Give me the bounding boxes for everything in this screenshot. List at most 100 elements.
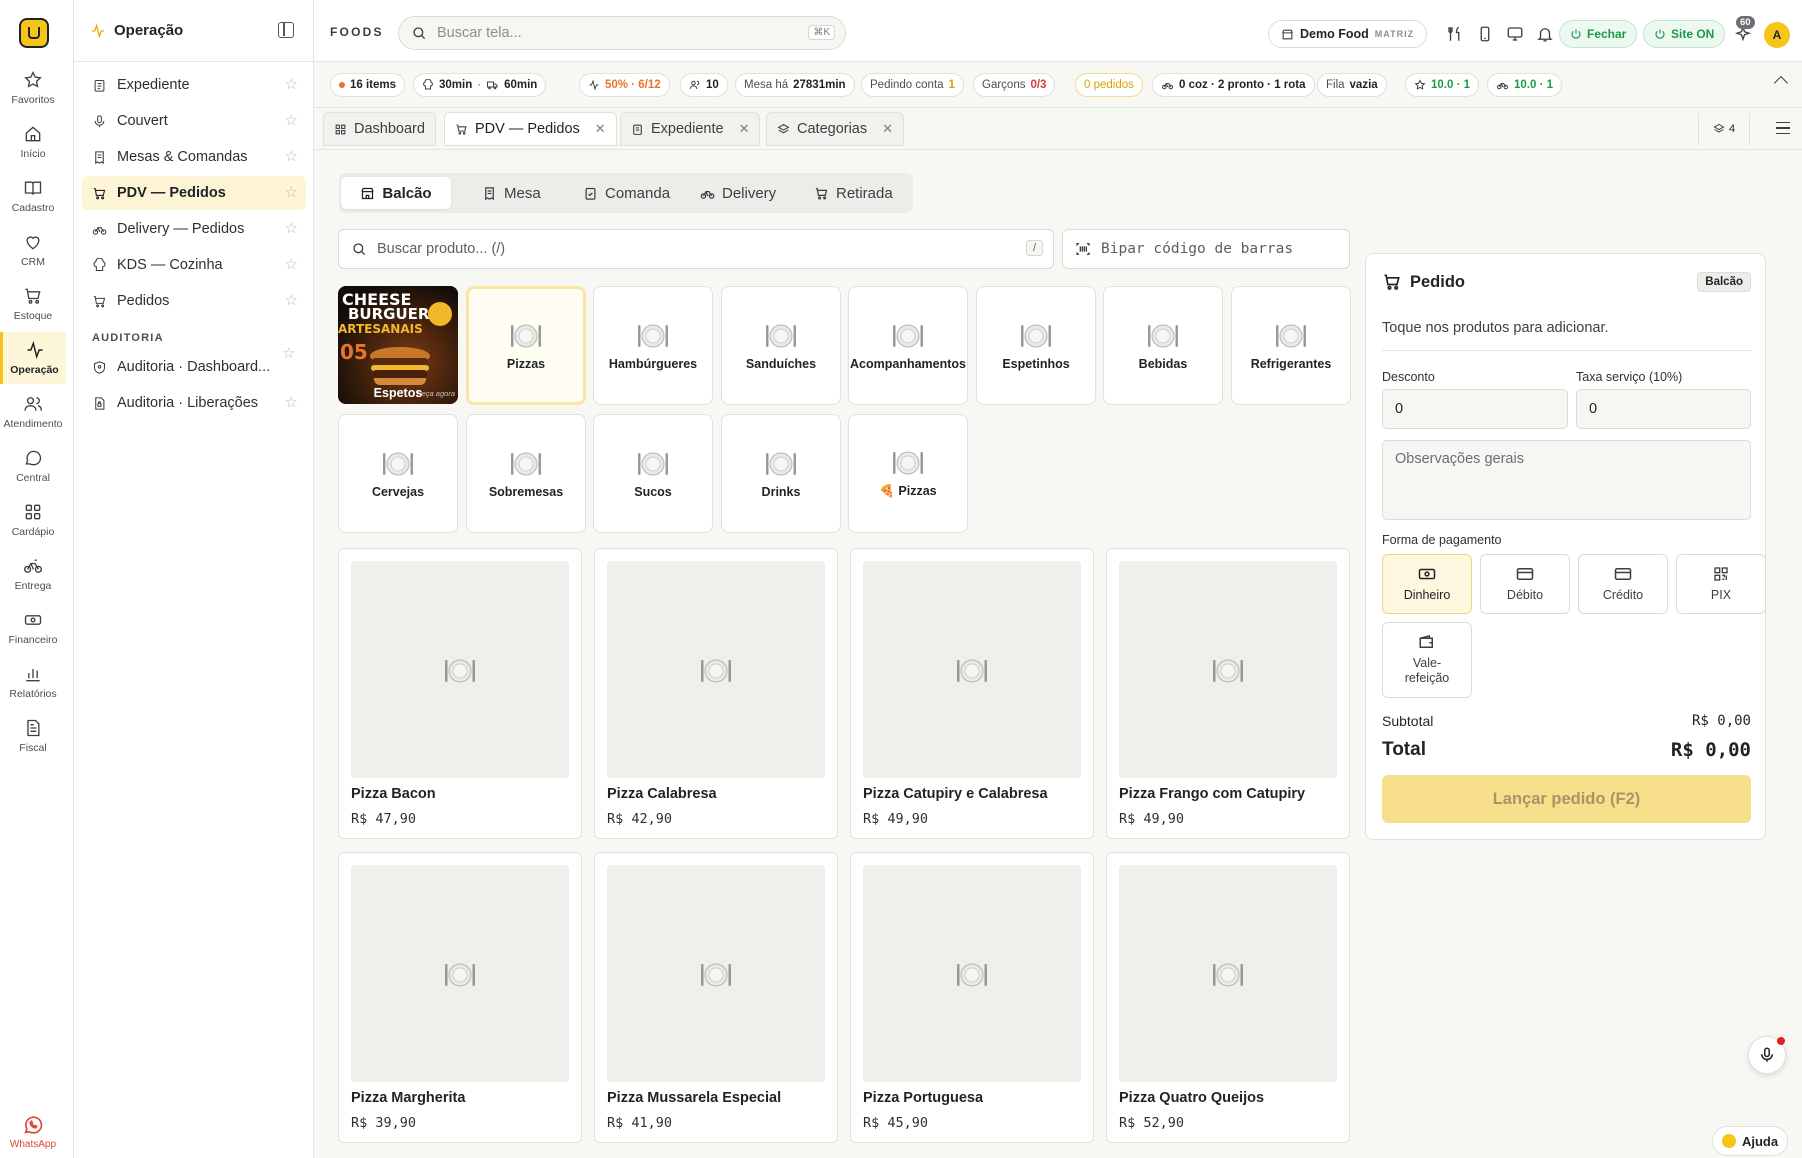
status-kitchen-chip[interactable]: 0 coz · 2 pronto · 1 rota (1152, 73, 1315, 97)
rail-item-estoque[interactable]: Estoque (0, 278, 66, 330)
payment-pix[interactable]: PIX (1676, 554, 1766, 614)
close-tab-icon[interactable]: ✕ (882, 121, 893, 137)
rail-item-relatorios[interactable]: Relatórios (0, 656, 66, 708)
sidebar-item-delivery[interactable]: Delivery — Pedidos ☆ (82, 212, 306, 246)
utensils-icon[interactable] (1446, 25, 1464, 43)
product-card[interactable]: Pizza Calabresa R$ 42,90 (594, 548, 838, 839)
category-pizzas[interactable]: Pizzas (466, 286, 586, 405)
product-card[interactable]: Pizza Frango com Catupiry R$ 49,90 (1106, 548, 1350, 839)
discount-input[interactable]: 0 (1382, 389, 1568, 429)
phone-icon[interactable] (1476, 25, 1494, 43)
status-people-chip[interactable]: 10 (680, 73, 728, 97)
product-card[interactable]: Pizza Quatro Queijos R$ 52,90 (1106, 852, 1350, 1143)
status-items-chip[interactable]: 16 items (330, 73, 406, 97)
favorite-star-icon[interactable]: ☆ (285, 77, 298, 92)
category-refrigerantes[interactable]: Refrigerantes (1231, 286, 1351, 405)
service-fee-input[interactable]: 0 (1576, 389, 1751, 429)
tab-expediente[interactable]: Expediente ✕ (620, 112, 761, 146)
submit-order-button[interactable]: Lançar pedido (F2) (1382, 775, 1751, 823)
favorite-star-icon[interactable]: ☆ (285, 221, 298, 236)
tab-categorias[interactable]: Categorias ✕ (766, 112, 905, 146)
whatsapp-button[interactable]: WhatsApp (0, 1114, 66, 1158)
product-search-input[interactable]: Buscar produto... (/) / (338, 229, 1054, 269)
payment-vale-refeicao[interactable]: Vale-refeição (1382, 622, 1472, 698)
product-card[interactable]: Pizza Bacon R$ 47,90 (338, 548, 582, 839)
help-button[interactable]: Ajuda (1712, 1126, 1788, 1156)
rail-item-cadastro[interactable]: Cadastro (0, 170, 66, 222)
product-card[interactable]: Pizza Catupiry e Calabresa R$ 49,90 (850, 548, 1094, 839)
status-rating1-chip[interactable]: 10.0 · 1 (1405, 73, 1479, 97)
sidebar-item-kds[interactable]: KDS — Cozinha ☆ (82, 248, 306, 282)
rail-item-central[interactable]: Central (0, 440, 66, 492)
tab-dashboard[interactable]: Dashboard (323, 112, 436, 146)
product-card[interactable]: Pizza Mussarela Especial R$ 41,90 (594, 852, 838, 1143)
rail-item-financeiro[interactable]: Financeiro (0, 602, 66, 654)
rail-item-entrega[interactable]: Entrega (0, 548, 66, 600)
favorite-star-icon[interactable]: ☆ (285, 395, 298, 410)
mode-mesa[interactable]: Mesa (470, 177, 553, 209)
category-cervejas[interactable]: Cervejas (338, 414, 458, 533)
category-hamburgueres[interactable]: Hambúrgueres (593, 286, 713, 405)
status-waiters-chip[interactable]: Garçons 0/3 (973, 73, 1056, 97)
collapse-sidebar-icon[interactable] (278, 22, 294, 38)
category-drinks[interactable]: Drinks (721, 414, 841, 533)
barcode-input[interactable]: Bipar código de barras (1062, 229, 1350, 269)
status-queue-chip[interactable]: Fila vazia (1317, 73, 1387, 97)
screen-search-input[interactable]: Buscar tela... ⌘K (398, 16, 846, 50)
mode-balcao[interactable]: Balcão (341, 177, 451, 209)
sidebar-item-expediente[interactable]: Expediente ☆ (82, 68, 306, 102)
status-bill-chip[interactable]: Pedindo conta 1 (861, 73, 964, 97)
product-card[interactable]: Pizza Margherita R$ 39,90 (338, 852, 582, 1143)
sidebar-item-couvert[interactable]: Couvert ☆ (82, 104, 306, 138)
menu-icon[interactable] (1776, 122, 1790, 134)
status-table-chip[interactable]: Mesa há 27831min (735, 73, 855, 97)
close-store-button[interactable]: Fechar (1559, 20, 1638, 48)
status-rating2-chip[interactable]: 10.0 · 1 (1487, 73, 1562, 97)
sidebar-item-audit-dashboard[interactable]: Auditoria · Dashboard... (82, 350, 306, 384)
category-espetinhos[interactable]: Espetinhos (976, 286, 1096, 405)
rail-item-atendimento[interactable]: Atendimento (0, 386, 66, 438)
app-logo[interactable] (19, 18, 49, 48)
rail-item-operacao[interactable]: Operação (0, 332, 66, 384)
status-load-chip[interactable]: 50% · 6/12 (579, 73, 670, 97)
mode-comanda[interactable]: Comanda (571, 177, 682, 209)
rail-item-inicio[interactable]: Início (0, 116, 66, 168)
open-tabs-counter[interactable]: 4 (1698, 113, 1750, 145)
bell-icon[interactable] (1536, 25, 1554, 43)
category-pizzas-emoji[interactable]: 🍕 Pizzas (848, 414, 968, 533)
site-status-button[interactable]: Site ON (1643, 20, 1726, 48)
sidebar-item-audit-liberacoes[interactable]: Auditoria · Liberações ☆ (82, 386, 306, 420)
voice-assistant-button[interactable] (1748, 1036, 1786, 1074)
rail-item-fiscal[interactable]: Fiscal (0, 710, 66, 762)
favorite-star-icon[interactable]: ☆ (285, 149, 298, 164)
general-notes-textarea[interactable]: Observações gerais (1382, 440, 1751, 520)
payment-credito[interactable]: Crédito (1578, 554, 1668, 614)
category-bebidas[interactable]: Bebidas (1103, 286, 1223, 405)
rail-item-favoritos[interactable]: Favoritos (0, 62, 66, 114)
sidebar-item-mesas[interactable]: Mesas & Comandas ☆ (82, 140, 306, 174)
close-tab-icon[interactable]: ✕ (739, 121, 750, 137)
payment-dinheiro[interactable]: Dinheiro (1382, 554, 1472, 614)
monitor-icon[interactable] (1506, 25, 1524, 43)
collapse-strip-icon[interactable] (1773, 75, 1789, 91)
status-times-chip[interactable]: 30min · 60min (413, 73, 547, 97)
category-sucos[interactable]: Sucos (593, 414, 713, 533)
favorite-star-icon[interactable]: ☆ (285, 113, 298, 128)
favorite-star-icon[interactable]: ☆ (285, 293, 298, 308)
rail-item-cardapio[interactable]: Cardápio (0, 494, 66, 546)
category-espetos[interactable]: CHEESE BURGUER ARTESANAIS 05 Peça agora … (338, 286, 458, 404)
category-sobremesas[interactable]: Sobremesas (466, 414, 586, 533)
status-orders-chip[interactable]: 0 pedidos (1075, 73, 1143, 97)
category-sanduiches[interactable]: Sanduíches (721, 286, 841, 405)
close-tab-icon[interactable]: ✕ (595, 121, 606, 137)
rail-item-crm[interactable]: CRM (0, 224, 66, 276)
favorite-star-icon[interactable]: ☆ (285, 257, 298, 272)
sidebar-item-pdv[interactable]: PDV — Pedidos ☆ (82, 176, 306, 210)
mode-delivery[interactable]: Delivery (688, 177, 788, 209)
mode-retirada[interactable]: Retirada (802, 177, 905, 209)
favorite-star-icon[interactable]: ☆ (285, 185, 298, 200)
tab-pdv[interactable]: PDV — Pedidos ✕ (444, 112, 617, 146)
user-avatar[interactable]: A (1764, 22, 1790, 48)
category-acompanhamentos[interactable]: Acompanhamentos (848, 286, 968, 405)
sidebar-item-pedidos[interactable]: Pedidos ☆ (82, 284, 306, 318)
